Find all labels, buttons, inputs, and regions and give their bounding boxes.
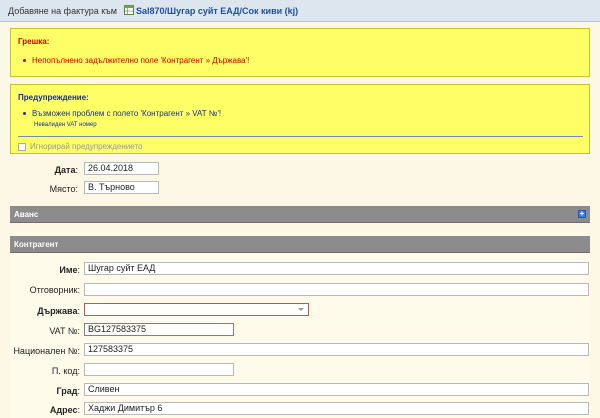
counterparty-section-title: Контрагент — [14, 240, 59, 249]
error-message: Непопълнено задължително поле 'Контраген… — [32, 56, 250, 65]
document-link[interactable]: Sal870/Шугар суйт ЕАД/Сок киви (kj) — [136, 6, 298, 16]
spreadsheet-icon — [124, 5, 134, 15]
expand-plus-icon[interactable]: + — [578, 210, 586, 218]
error-item: Непопълнено задължително поле 'Контраген… — [23, 56, 249, 65]
responsible-input[interactable] — [84, 283, 589, 296]
error-box: Грешка: Непопълнено задължително поле 'К… — [10, 28, 590, 77]
address-input[interactable]: Хаджи Димитър 6 — [84, 402, 589, 415]
vat-label: VAT №: — [49, 326, 80, 336]
name-input[interactable]: Шугар суйт ЕАД — [84, 262, 589, 275]
vat-input[interactable]: BG127583375 — [84, 323, 234, 336]
ignore-warning-label: Игнорирай предупреждението — [30, 142, 143, 151]
advance-section-bar[interactable]: Аванс + — [10, 206, 590, 223]
dialog-title-bar: Добавяне на фактура към Sal870/Шугар суй… — [0, 0, 600, 22]
address-label: Адрес: — [49, 405, 80, 415]
national-no-label: Национален №: — [13, 346, 80, 356]
national-no-input[interactable]: 127583375 — [84, 343, 589, 356]
postal-code-input[interactable] — [84, 363, 234, 376]
error-heading: Грешка: — [18, 37, 50, 46]
name-label: Име: — [59, 265, 80, 275]
warning-detail: Невалиден VAT номер — [34, 122, 97, 128]
warning-heading: Предупреждение: — [18, 93, 89, 102]
advance-section-title: Аванс — [14, 210, 39, 219]
date-label: Дата: — [54, 165, 78, 175]
place-label: Място: — [49, 184, 78, 194]
dropdown-arrow-icon[interactable] — [298, 308, 304, 311]
country-select[interactable] — [84, 303, 309, 316]
bullet-icon — [23, 59, 26, 63]
divider — [18, 136, 583, 137]
warning-item: Възможен проблем с полето 'Контрагент » … — [23, 109, 221, 118]
warning-box: Предупреждение: Възможен проблем с полет… — [10, 84, 590, 154]
postal-code-label: П. код: — [51, 366, 80, 376]
country-label: Държава: — [37, 306, 80, 316]
bullet-icon — [23, 112, 26, 116]
counterparty-section-bar: Контрагент — [10, 236, 590, 253]
warning-message: Възможен проблем с полето 'Контрагент » … — [32, 109, 222, 118]
title-prefix: Добавяне на фактура към — [8, 6, 117, 16]
city-label: Град: — [56, 386, 81, 396]
date-input[interactable]: 26.04.2018 — [84, 162, 159, 175]
place-input[interactable]: В. Търново — [84, 181, 159, 194]
checkbox-icon[interactable] — [18, 142, 26, 151]
responsible-label: Отговорник: — [29, 285, 80, 295]
ignore-warning-checkbox[interactable]: Игнорирай предупреждението — [18, 142, 142, 151]
city-input[interactable]: Сливен — [84, 383, 589, 396]
